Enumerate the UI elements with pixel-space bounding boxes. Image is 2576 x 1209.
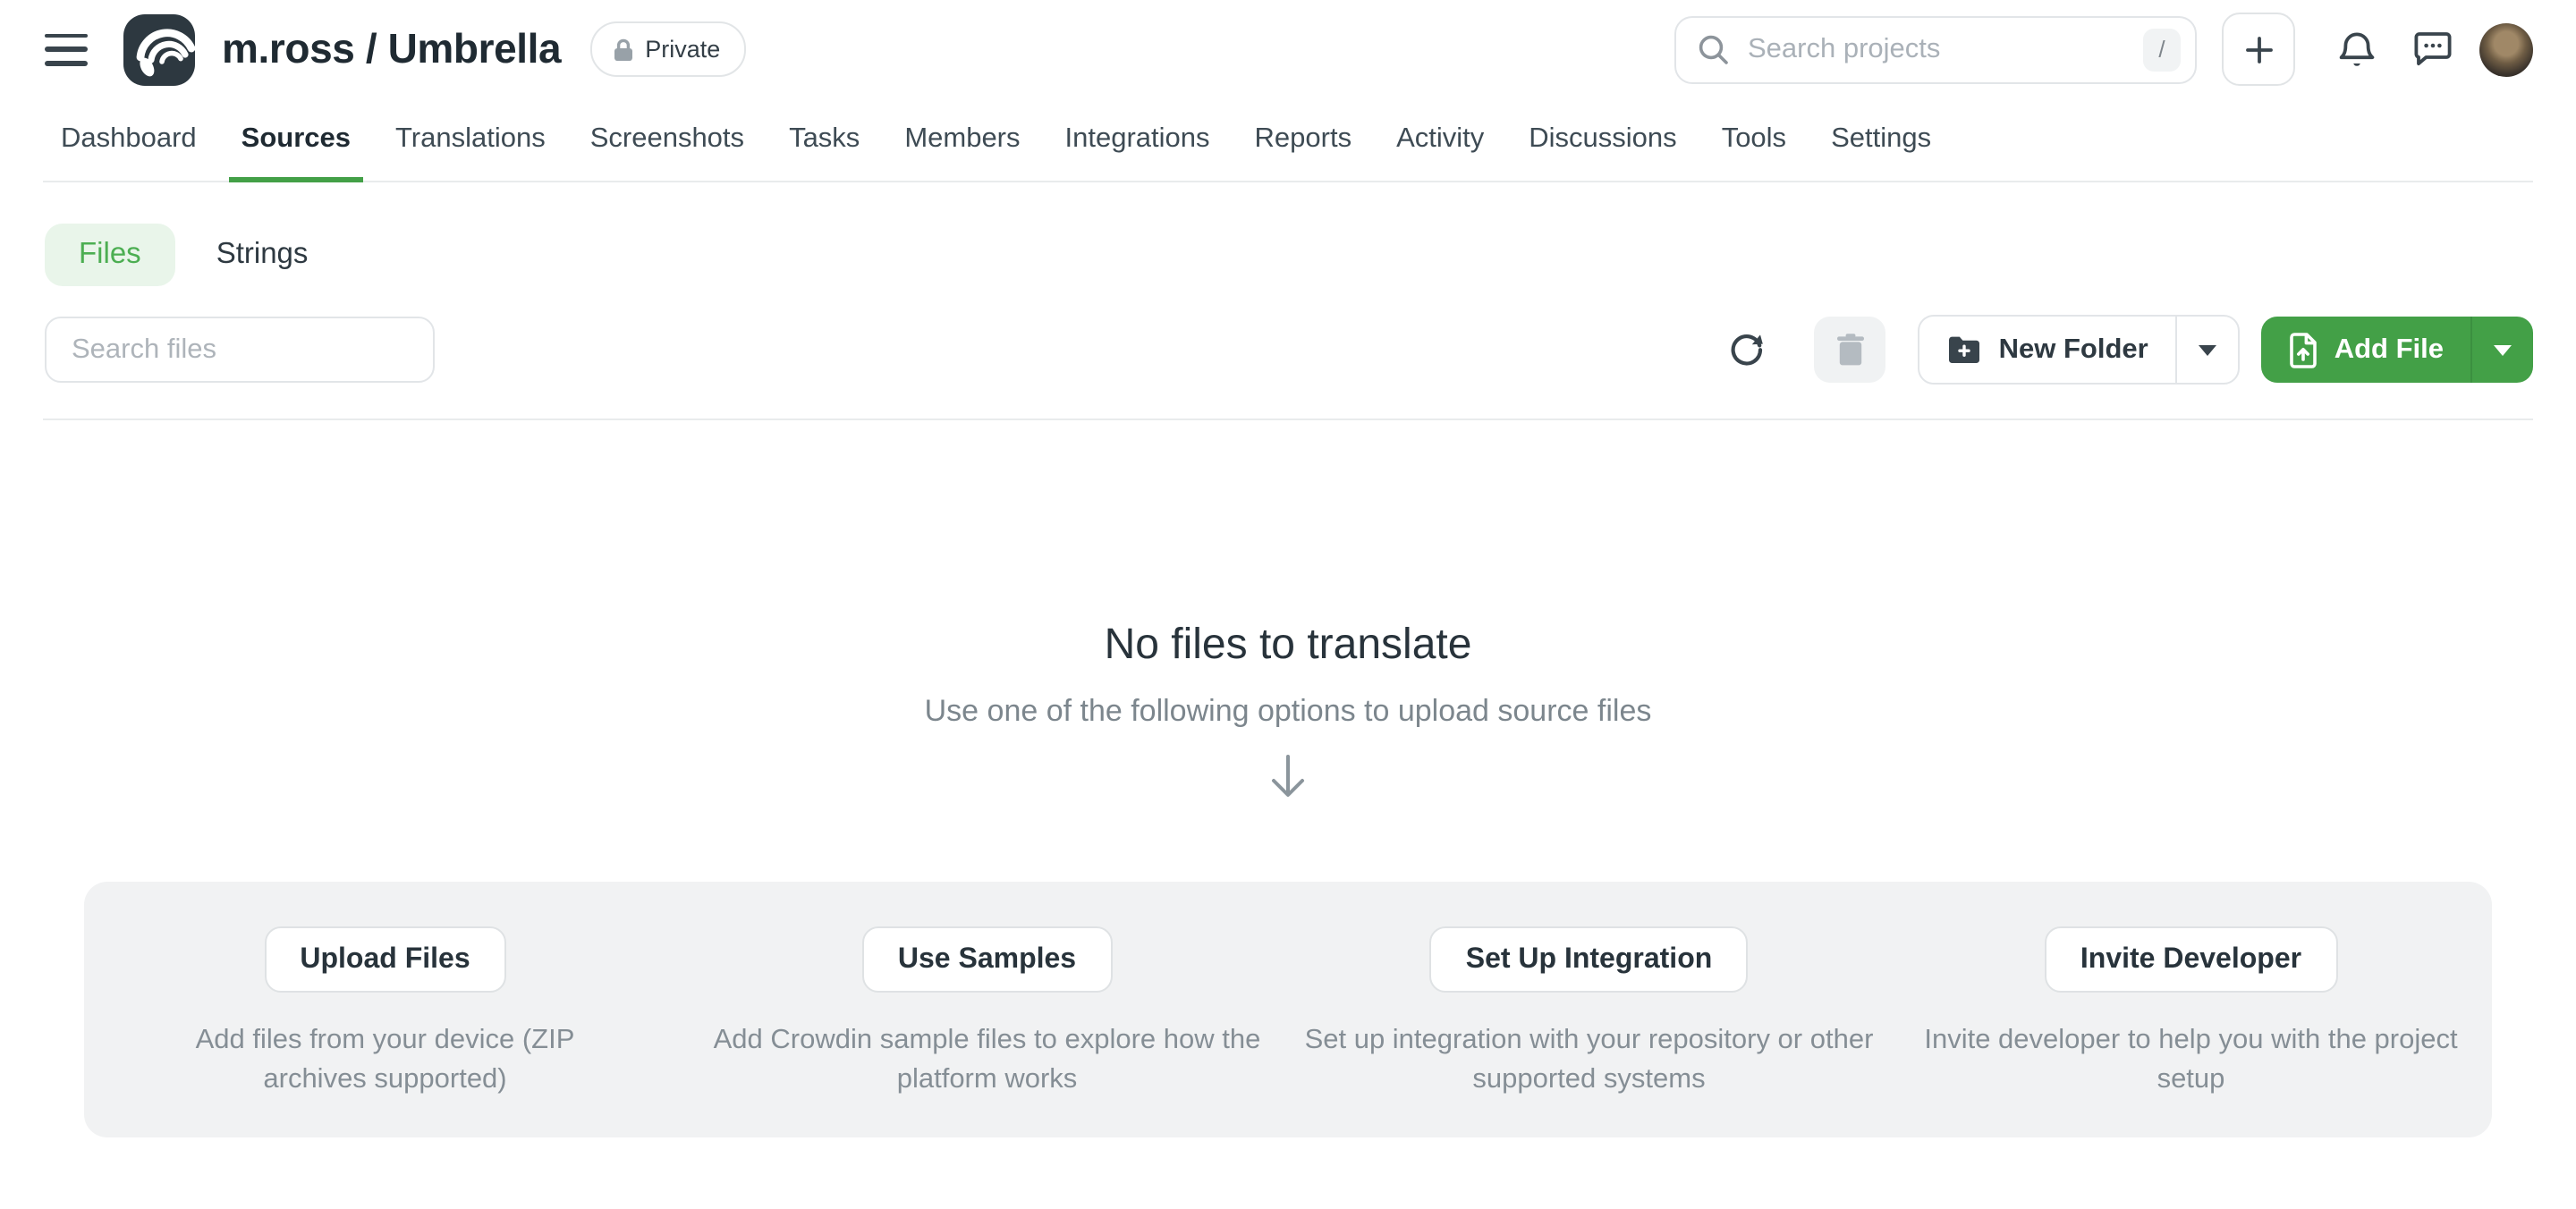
folder-plus-icon [1947,334,1983,365]
search-input[interactable] [1674,15,2197,83]
plus-icon [2242,33,2275,65]
privacy-badge: Private [589,21,745,77]
refresh-icon [1729,331,1767,368]
files-toolbar: New Folder Add File [45,315,2533,385]
new-folder-dropdown-button[interactable] [2177,317,2238,383]
new-folder-button[interactable]: New Folder [1920,317,2175,383]
caret-down-icon [2199,344,2216,355]
tab-tools[interactable]: Tools [1722,98,1786,181]
subnav-files[interactable]: Files [45,224,175,286]
empty-state: No files to translate Use one of the fol… [0,621,2576,810]
project-search: / [1674,15,2197,83]
caret-down-icon [2494,344,2512,355]
crowdin-logo-icon[interactable] [123,13,195,85]
empty-state-title: No files to translate [0,621,2576,671]
set-up-integration-description: Set up integration with your repository … [1288,1021,1890,1100]
down-arrow-icon [1265,751,1311,801]
tab-translations[interactable]: Translations [395,98,546,181]
add-file-split-button: Add File [2261,317,2533,383]
upload-files-button[interactable]: Upload Files [264,926,505,993]
create-project-button[interactable] [2222,13,2295,86]
empty-state-subtitle: Use one of the following options to uplo… [0,694,2576,730]
tab-tasks[interactable]: Tasks [789,98,860,181]
new-folder-split-button: New Folder [1919,315,2240,385]
use-samples-description: Add Crowdin sample files to explore how … [707,1021,1268,1100]
tab-settings[interactable]: Settings [1831,98,1931,181]
invite-developer-button[interactable]: Invite Developer [2045,926,2337,993]
privacy-badge-label: Private [645,36,720,63]
tab-screenshots[interactable]: Screenshots [590,98,744,181]
lock-icon [611,37,634,62]
file-search-input[interactable] [45,317,435,383]
tab-dashboard[interactable]: Dashboard [61,98,197,181]
use-samples-button[interactable]: Use Samples [862,926,1112,993]
invite-developer-description: Invite developer to help you with the pr… [1907,1021,2476,1100]
delete-button[interactable] [1815,317,1886,383]
upload-options-card: Upload Files Add files from your device … [84,882,2492,1137]
crowdin-project-page: m.ross / Umbrella Private / [0,0,2576,1209]
invite-developer-option: Invite Developer Invite developer to hel… [1890,926,2492,1137]
add-file-label: Add File [2334,334,2444,366]
bell-icon [2335,28,2377,71]
tab-activity[interactable]: Activity [1396,98,1484,181]
file-upload-icon [2288,332,2318,368]
user-avatar[interactable] [2479,22,2533,76]
use-samples-option: Use Samples Add Crowdin sample files to … [686,926,1288,1137]
messages-button[interactable] [2402,19,2463,80]
subnav-strings[interactable]: Strings [213,224,312,286]
trash-icon [1835,333,1866,367]
add-file-button[interactable]: Add File [2261,317,2470,383]
tab-discussions[interactable]: Discussions [1529,98,1676,181]
search-icon [1698,33,1730,65]
search-shortcut-key: / [2143,28,2181,71]
tab-sources[interactable]: Sources [242,98,351,181]
toolbar-divider [43,418,2533,420]
hamburger-menu-icon[interactable] [45,33,88,65]
new-folder-label: New Folder [1999,334,2148,366]
sources-content: Files Strings [0,224,2576,1137]
upload-files-option: Upload Files Add files from your device … [84,926,686,1137]
tab-members[interactable]: Members [904,98,1020,181]
set-up-integration-button[interactable]: Set Up Integration [1430,926,1749,993]
refresh-button[interactable] [1729,331,1767,368]
notifications-button[interactable] [2326,19,2386,80]
set-up-integration-option: Set Up Integration Set up integration wi… [1288,926,1890,1137]
upload-files-description: Add files from your device (ZIP archives… [196,1021,575,1100]
project-nav: Dashboard Sources Translations Screensho… [43,98,2533,182]
tab-reports[interactable]: Reports [1255,98,1352,181]
messages-icon [2411,29,2454,70]
top-bar: m.ross / Umbrella Private / [0,0,2576,98]
add-file-dropdown-button[interactable] [2472,317,2533,383]
page-title: m.ross / Umbrella [222,25,561,73]
sources-subnav: Files Strings [45,224,2576,286]
tab-integrations[interactable]: Integrations [1065,98,1210,181]
